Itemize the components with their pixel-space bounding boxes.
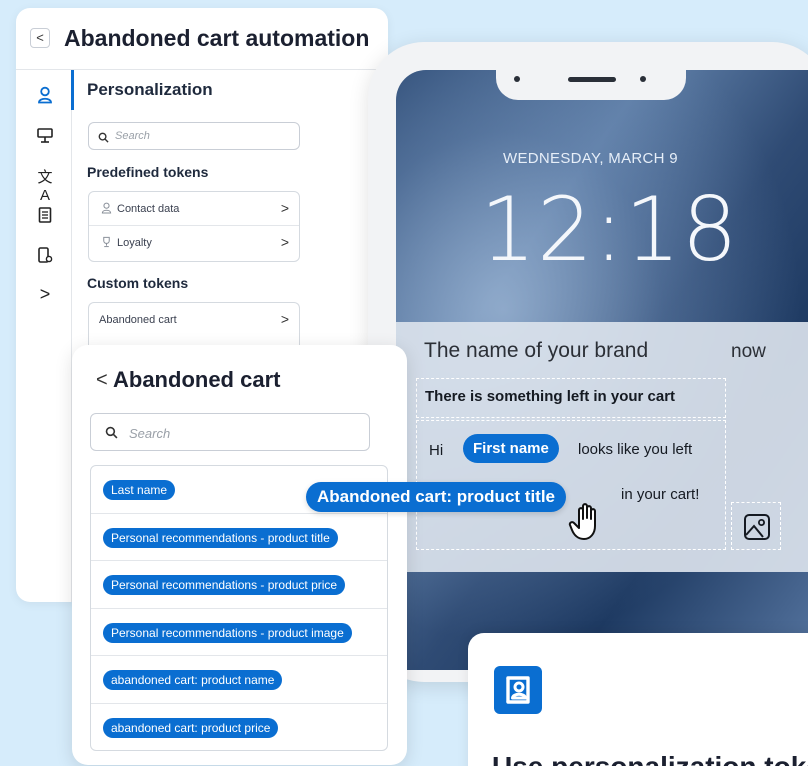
back-chevron-icon[interactable]: <: [96, 369, 108, 392]
token-label: Abandoned cart: [99, 314, 177, 326]
custom-token-list: Abandoned cart >: [88, 302, 300, 350]
list-item: Personal recommendations - product title: [91, 514, 387, 561]
greeting-text: Hi: [429, 442, 444, 459]
lock-time: 12:18: [480, 178, 739, 281]
trophy-icon: [101, 236, 112, 251]
list-item: Personal recommendations - product price: [91, 561, 387, 609]
back-button[interactable]: <: [30, 28, 50, 48]
search-icon: [105, 426, 118, 444]
page-title: Abandoned cart automation: [64, 25, 370, 51]
search-input[interactable]: Search: [88, 122, 300, 150]
speaker-bar: [568, 77, 616, 82]
token-chip[interactable]: abandoned cart: product name: [103, 670, 283, 690]
token-chip[interactable]: Last name: [103, 480, 176, 500]
translate-icon[interactable]: 文A: [34, 166, 56, 204]
chevron-right-icon[interactable]: >: [34, 284, 56, 306]
feature-card: Use personalization tokens: [468, 633, 808, 766]
grab-cursor-icon: [567, 498, 613, 549]
list-item: abandoned cart: product name: [91, 656, 387, 704]
device-settings-icon[interactable]: [34, 246, 56, 268]
token-row-loyalty[interactable]: Loyalty >: [89, 226, 299, 260]
feature-headline: Use personalization tokens: [492, 751, 808, 766]
person-icon[interactable]: [34, 86, 56, 108]
notification-time: now: [731, 341, 766, 362]
image-icon[interactable]: [743, 513, 771, 546]
search-input[interactable]: Search: [90, 413, 370, 451]
first-name-token[interactable]: First name: [463, 434, 559, 463]
person-icon: [101, 202, 112, 217]
predefined-tokens-heading: Predefined tokens: [87, 164, 209, 180]
picker-title: Abandoned cart: [113, 367, 281, 392]
token-label: Loyalty: [117, 237, 152, 249]
search-placeholder: Search: [115, 130, 150, 142]
token-chip[interactable]: Personal recommendations - product image: [103, 622, 352, 643]
board-icon[interactable]: [34, 126, 56, 148]
camera-dot: [514, 76, 520, 82]
token-label: Contact data: [117, 203, 180, 215]
custom-tokens-heading: Custom tokens: [87, 275, 189, 291]
token-chip[interactable]: Personal recommendations - product title: [103, 527, 338, 548]
chevron-right-icon: >: [280, 200, 289, 216]
token-row-abandoned-cart[interactable]: Abandoned cart >: [89, 303, 299, 337]
active-indicator: [71, 70, 74, 110]
list-item: Personal recommendations - product image: [91, 609, 387, 656]
search-icon: [98, 130, 109, 148]
list-item: abandoned cart: product price: [91, 704, 387, 751]
token-chip[interactable]: Personal recommendations - product price: [103, 575, 346, 595]
predefined-token-list: Contact data > Loyalty >: [88, 191, 300, 262]
document-icon[interactable]: [34, 206, 56, 228]
sensor-dot: [640, 76, 646, 82]
section-title: Personalization: [87, 80, 213, 99]
contact-card-icon: [494, 666, 542, 714]
dragged-token-chip[interactable]: Abandoned cart: product title: [306, 482, 566, 512]
body-text: looks like you left: [578, 441, 693, 458]
notification-title: There is something left in your cart: [425, 388, 676, 405]
body-end-text: in your cart!: [621, 486, 700, 503]
chevron-right-icon: >: [280, 311, 289, 327]
token-picker-panel: < Abandoned cart Search Last name Person…: [72, 345, 407, 765]
token-chip[interactable]: abandoned cart: product price: [103, 717, 279, 738]
chevron-right-icon: >: [280, 234, 289, 250]
lock-date: WEDNESDAY, MARCH 9: [503, 150, 678, 167]
notification-brand: The name of your brand: [424, 339, 649, 362]
panel-header: < Abandoned cart automation: [16, 8, 388, 70]
token-row-contact-data[interactable]: Contact data >: [89, 192, 299, 226]
phone-notch: [496, 70, 686, 100]
search-placeholder: Search: [129, 426, 171, 441]
side-rail: 文A >: [16, 70, 72, 602]
